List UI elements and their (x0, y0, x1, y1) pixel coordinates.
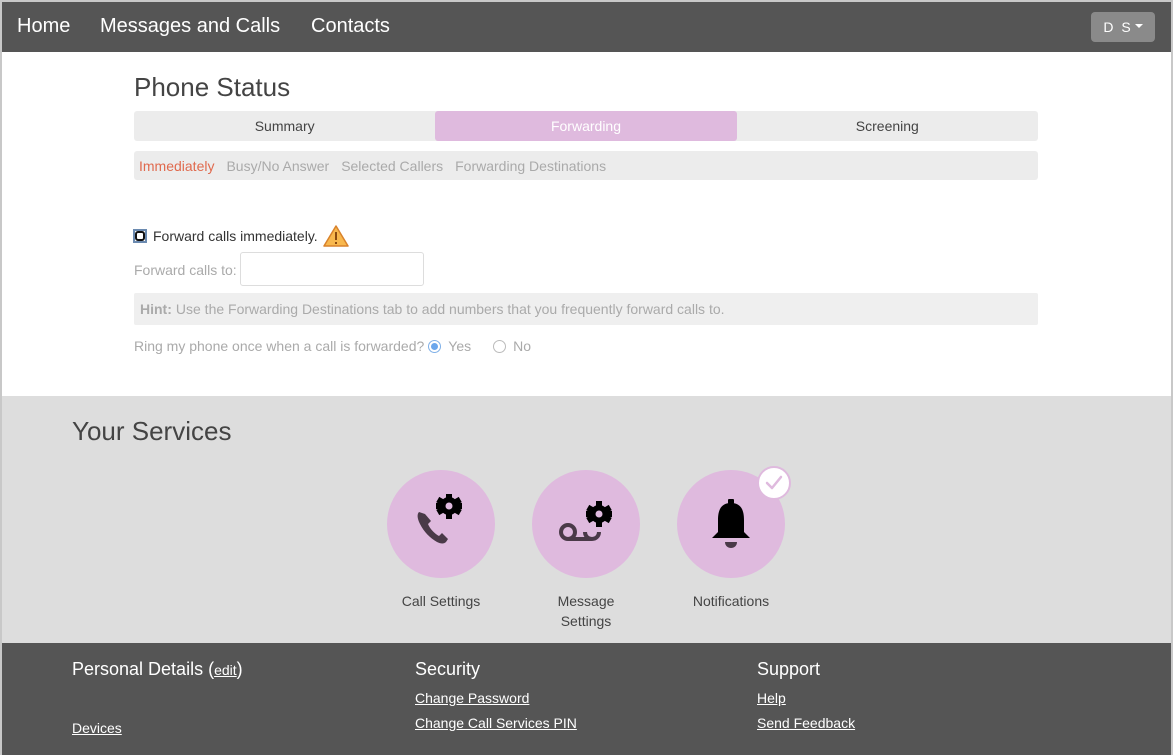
ring-once-row: Ring my phone once when a call is forwar… (134, 338, 549, 354)
ring-once-no-label: No (513, 338, 532, 354)
service-circle (532, 470, 640, 578)
page-title: Phone Status (134, 72, 291, 102)
service-circle (677, 466, 791, 578)
bell-icon (712, 499, 750, 548)
support-title: Support (757, 659, 821, 679)
change-pin-link[interactable]: Change Call Services PIN (415, 715, 577, 731)
service-call-settings[interactable]: Call Settings (387, 470, 495, 611)
service-label: Message Settings (557, 593, 615, 629)
enabled-check-badge (757, 466, 791, 500)
top-nav: Home Messages and Calls Contacts D S (2, 2, 1171, 52)
service-notifications[interactable]: Notifications (677, 466, 791, 611)
caret-down-icon (1134, 24, 1143, 28)
service-message-settings[interactable]: Message Settings (532, 470, 640, 631)
tab-summary[interactable]: Summary (134, 111, 435, 141)
ring-once-yes-label: Yes (448, 338, 472, 354)
warning-triangle-icon (322, 225, 349, 247)
footer-security: Security Change Password Change Call Ser… (415, 659, 715, 731)
nav-messages-and-calls[interactable]: Messages and Calls (100, 15, 280, 38)
nav-home[interactable]: Home (17, 15, 70, 38)
subtab-selected-callers[interactable]: Selected Callers (341, 158, 443, 174)
subtab-busy-no-answer[interactable]: Busy/No Answer (226, 158, 329, 174)
forward-to-input[interactable] (240, 252, 424, 286)
services-title: Your Services (72, 416, 232, 446)
hint-prefix: Hint: (140, 301, 172, 317)
footer: Personal Details (edit) Devices Security… (2, 643, 1171, 755)
tab-forwarding[interactable]: Forwarding (435, 111, 737, 141)
services-section: Your Services Call Settings Message Sett… (2, 396, 1171, 643)
ring-once-no-radio[interactable] (493, 339, 507, 353)
send-feedback-link[interactable]: Send Feedback (757, 715, 855, 731)
forward-immediately-checkbox[interactable] (133, 229, 147, 243)
ring-once-yes-radio[interactable] (428, 339, 442, 353)
hint-box: Hint: Use the Forwarding Destinations ta… (134, 293, 1038, 325)
forward-to-label: Forward calls to: (134, 262, 237, 278)
forwarding-subtabs: Immediately Busy/No Answer Selected Call… (134, 151, 1038, 180)
help-link[interactable]: Help (757, 690, 786, 706)
status-tabs: Summary Forwarding Screening (134, 111, 1038, 141)
devices-link[interactable]: Devices (72, 720, 122, 736)
personal-details-title: Personal Details (edit) (72, 659, 243, 679)
phone-gear-icon (417, 494, 462, 544)
forward-immediately-row: Forward calls immediately. (133, 225, 349, 247)
subtab-immediately[interactable]: Immediately (139, 158, 214, 174)
forward-immediately-label: Forward calls immediately. (153, 228, 318, 244)
edit-personal-details-link[interactable]: edit (214, 662, 237, 678)
user-initials: D S (1103, 19, 1133, 35)
service-label: Notifications (692, 593, 770, 609)
page: Home Messages and Calls Contacts D S Pho… (2, 2, 1171, 755)
user-menu-button[interactable]: D S (1091, 12, 1155, 42)
footer-personal-details: Personal Details (edit) Devices (72, 659, 372, 736)
service-circle (387, 470, 495, 578)
nav-contacts[interactable]: Contacts (311, 15, 390, 38)
subtab-forwarding-destinations[interactable]: Forwarding Destinations (455, 158, 606, 174)
tab-screening[interactable]: Screening (737, 111, 1038, 141)
ring-once-question: Ring my phone once when a call is forwar… (134, 338, 425, 354)
footer-support: Support Help Send Feedback (757, 659, 1057, 731)
service-label: Call Settings (401, 593, 481, 609)
security-title: Security (415, 659, 481, 679)
voicemail-gear-icon (559, 501, 612, 541)
hint-text: Use the Forwarding Destinations tab to a… (175, 301, 725, 317)
checkmark-icon (765, 475, 783, 490)
change-password-link[interactable]: Change Password (415, 690, 529, 706)
